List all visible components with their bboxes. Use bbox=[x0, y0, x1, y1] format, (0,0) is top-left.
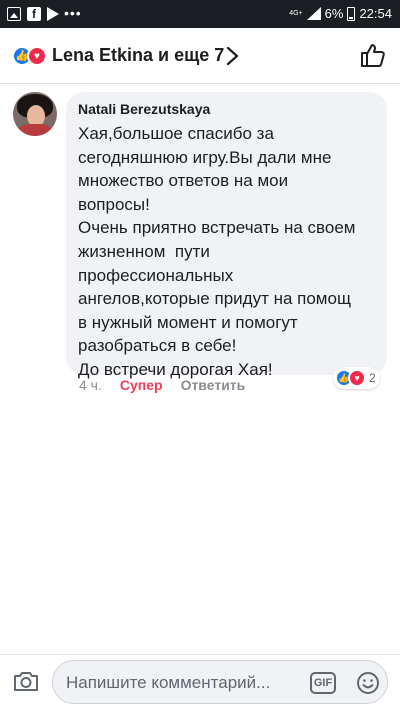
header-reactions[interactable]: 👍 ♥ bbox=[12, 46, 48, 66]
comment-author[interactable]: Natali Berezutskaya bbox=[78, 100, 375, 118]
avatar[interactable] bbox=[13, 92, 57, 136]
comment-reactions[interactable]: 👍 ♥ 2 bbox=[333, 367, 380, 389]
status-bar-right: 4G+ 6% 22:54 bbox=[289, 6, 392, 21]
gallery-notification-icon bbox=[7, 7, 21, 21]
camera-icon[interactable] bbox=[13, 670, 39, 692]
gif-button[interactable]: GIF bbox=[310, 672, 336, 694]
more-notifications-icon: ••• bbox=[64, 5, 82, 21]
reply-button[interactable]: Ответить bbox=[181, 377, 246, 393]
reactors-link[interactable]: Lena Etkina и еще 7 bbox=[52, 45, 224, 66]
love-icon: ♥ bbox=[348, 369, 366, 387]
emoji-icon[interactable] bbox=[356, 671, 380, 695]
reaction-button[interactable]: Супер bbox=[120, 377, 163, 393]
love-icon: ♥ bbox=[27, 46, 47, 66]
battery-percent: 6% bbox=[324, 6, 344, 21]
comment-text: Хая,большое спасибо за сегодняшнюю игру.… bbox=[78, 124, 356, 379]
battery-icon bbox=[347, 6, 356, 21]
like-button[interactable] bbox=[360, 42, 386, 68]
comment-input-placeholder: Напишите комментарий... bbox=[66, 673, 271, 692]
header-divider bbox=[0, 83, 400, 84]
reactions-header: 👍 ♥ Lena Etkina и еще 7 bbox=[0, 28, 400, 84]
comment-bubble[interactable]: Natali Berezutskaya Хая,большое спасибо … bbox=[66, 92, 387, 379]
comment-time: 4 ч. bbox=[79, 377, 102, 393]
comment-input[interactable]: Напишите комментарий... GIF bbox=[52, 660, 388, 704]
chevron-right-icon[interactable] bbox=[226, 46, 239, 66]
signal-icon bbox=[306, 7, 321, 20]
play-store-notification-icon bbox=[47, 7, 59, 21]
reaction-count: 2 bbox=[369, 371, 376, 385]
status-bar: f ••• 4G+ 6% 22:54 bbox=[0, 0, 400, 28]
facebook-notification-icon: f bbox=[27, 7, 41, 21]
network-type: 4G+ bbox=[289, 10, 303, 17]
clock: 22:54 bbox=[359, 6, 392, 21]
comment-actions: 4 ч. Супер Ответить bbox=[79, 377, 245, 393]
composer-divider bbox=[0, 654, 400, 655]
